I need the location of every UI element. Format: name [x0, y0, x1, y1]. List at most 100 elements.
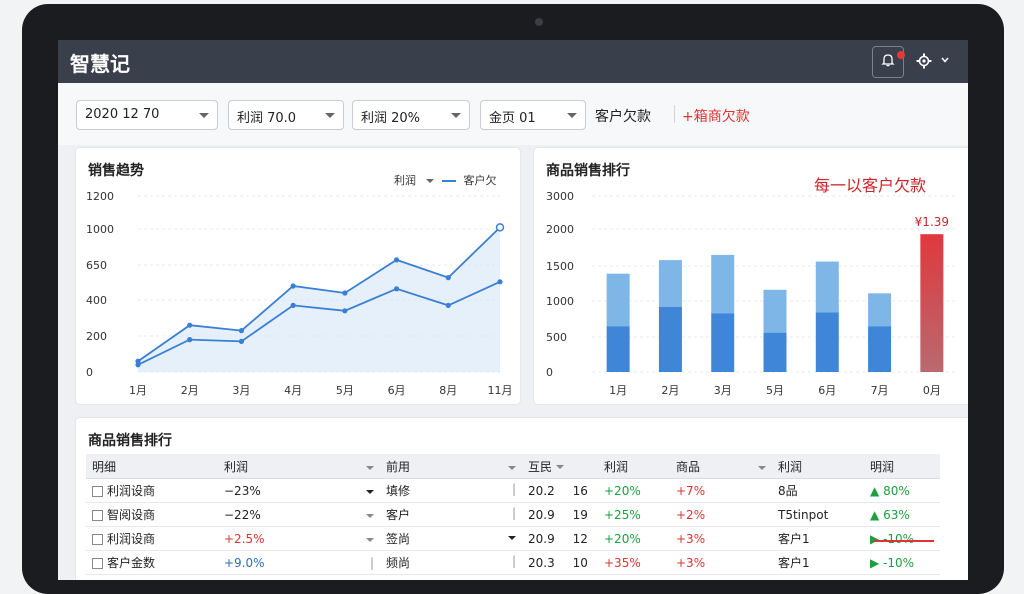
col-header-label: 商品: [676, 459, 701, 474]
notification-button[interactable]: [872, 46, 905, 78]
table-row[interactable]: 客户金数 +9.0% | 频尚 | 20.3 10 +35% +3% 客户1 ▶ -…: [86, 550, 940, 575]
date-select[interactable]: 2020 12 70: [76, 100, 218, 130]
cell-usage: 签尚: [386, 532, 411, 546]
bar-upper: [815, 261, 839, 313]
x-tick-label: 7月: [871, 384, 889, 397]
cell-value: 20.9: [522, 502, 567, 527]
cell-divider: |: [369, 555, 374, 570]
data-point: [342, 290, 348, 296]
y-tick-label: 1200: [86, 190, 114, 203]
col-header[interactable]: 利润: [772, 454, 864, 479]
cell-item: T5tinpot: [772, 502, 864, 527]
x-tick-label: 4月: [284, 384, 302, 397]
cell-change: +35%: [598, 550, 670, 575]
row-checkbox[interactable]: [92, 558, 103, 569]
col-header-label: 利润: [778, 459, 803, 474]
supplier-debt-link[interactable]: +箱商欠款: [682, 106, 750, 126]
chevron-down-icon: [567, 113, 577, 118]
col-header-label: 明润: [870, 459, 895, 474]
bar-lower: [815, 312, 839, 372]
col-header[interactable]: 明润: [864, 454, 940, 479]
data-point: [187, 322, 193, 328]
bar-upper: [658, 260, 682, 307]
row-checkbox[interactable]: [92, 534, 103, 545]
customer-debt-label: 客户欠款: [595, 109, 651, 125]
cell-item: 8品: [772, 478, 864, 503]
amount-select[interactable]: 金页 01: [480, 100, 586, 130]
col-header-label: 前用: [386, 459, 411, 474]
col-header[interactable]: 前用: [380, 454, 522, 479]
cell-item: 客户1: [772, 550, 864, 575]
date-select-value: 2020 12 70: [85, 107, 160, 122]
table-row[interactable]: 利润设商 −23% 填修 | 20.2 16 +20% +7% 8品 ▲ 80%: [86, 478, 940, 503]
ranking-chart: 0 500 1000 1500 2000 3000 1月 2月 3月 5月 6月 7月 ¥1.39 0月: [546, 190, 958, 397]
cell-count: 12: [566, 526, 598, 551]
bar-lower: [658, 306, 682, 372]
x-tick-label: 1月: [609, 384, 627, 397]
col-header-label: 利润: [224, 459, 249, 474]
chevron-down-icon[interactable]: [366, 489, 374, 494]
col-header[interactable]: 商品: [670, 454, 772, 479]
col-header[interactable]: 明细: [86, 454, 218, 479]
cell-detail: 智阅设商: [107, 508, 156, 522]
margin-select[interactable]: 利润 20%: [352, 100, 470, 130]
y-tick-label: 1000: [546, 295, 574, 308]
sales-trend-card: 销售趋势 利润 客户欠 0 200 400 650 1000 1200 1月 2月 3月 4月 5月…: [76, 148, 520, 404]
cell-value: 20.3: [522, 550, 567, 575]
trend-up-icon: ▲: [870, 483, 880, 498]
x-tick-label: 3月: [714, 384, 732, 397]
chevron-down-icon[interactable]: [366, 537, 374, 542]
row-checkbox[interactable]: [92, 486, 103, 497]
cell-usage: 频尚: [386, 556, 411, 570]
data-point: [290, 283, 296, 289]
y-tick-label: 650: [86, 259, 107, 272]
highlight-underline: [874, 540, 934, 542]
cell-profit: +2.5%: [224, 531, 265, 546]
cell-profit: −23%: [224, 483, 261, 498]
cell-divider: |: [511, 482, 516, 496]
x-tick-label: 0月: [923, 384, 941, 397]
cell-change: +3%: [670, 526, 772, 551]
cell-divider: |: [511, 506, 516, 520]
data-point: [497, 279, 503, 285]
data-point: [238, 328, 245, 334]
profit-select[interactable]: 利润 70.0: [228, 100, 344, 130]
data-point: [445, 302, 451, 308]
settings-button[interactable]: [910, 46, 958, 76]
chevron-down-icon[interactable]: [508, 536, 516, 540]
app-screen: 智慧记 2020 12 70 利润 70.0 利润 20% 金页 01 客户欠款…: [58, 40, 968, 580]
x-tick-label: 8月: [439, 384, 457, 397]
sales-trend-chart: 0 200 400 650 1000 1200 1月 2月 3月 4月 5月 6月 8月 11月: [86, 190, 513, 397]
col-header[interactable]: 互民: [522, 454, 598, 479]
cell-divider: |: [511, 554, 516, 568]
y-tick-label: 3000: [546, 190, 574, 203]
amount-select-value: 金页 01: [489, 111, 536, 126]
divider: [674, 105, 675, 123]
table-header-row: 明细 利润 前用 互民 利润 商品 利润 明润: [86, 454, 940, 479]
col-header[interactable]: 利润: [218, 454, 380, 479]
margin-select-value: 利润 20%: [361, 111, 421, 126]
chevron-down-icon: [199, 113, 209, 118]
sort-icon: [758, 465, 766, 470]
bar-upper: [606, 273, 630, 327]
x-tick-label: 5月: [766, 384, 784, 397]
ranking-table-card: 商品销售排行 明细 利润 前用 互民 利润 商品 利润 明润 利润设商 −23%: [76, 418, 968, 580]
data-point: [135, 362, 141, 368]
x-tick-label: 2月: [181, 384, 199, 397]
col-header[interactable]: 利润: [598, 454, 670, 479]
chevron-down-icon: [451, 113, 461, 118]
ranking-table: 明细 利润 前用 互民 利润 商品 利润 明润 利润设商 −23% 填修 | 20…: [86, 454, 940, 575]
filter-bar: 2020 12 70 利润 70.0 利润 20% 金页 01 客户欠款 +箱商…: [58, 83, 968, 145]
cell-profit: +9.0%: [224, 555, 265, 570]
bar-upper: [711, 254, 735, 314]
row-checkbox[interactable]: [92, 510, 103, 521]
cell-usage: 客户: [386, 508, 411, 522]
x-tick-label: 2月: [661, 384, 679, 397]
chevron-down-icon[interactable]: [366, 513, 374, 518]
table-row[interactable]: 利润设商 +2.5% 签尚 20.9 12 +20% +3% 客户1 ▶ -10…: [86, 526, 940, 551]
cell-rate: -10%: [883, 531, 915, 546]
bar-lower: [711, 313, 735, 372]
cell-detail: 客户金数: [107, 556, 156, 570]
table-row[interactable]: 智阅设商 −22% 客户 | 20.9 19 +25% +2% T5tinpot …: [86, 502, 940, 527]
sort-icon: [556, 465, 565, 469]
